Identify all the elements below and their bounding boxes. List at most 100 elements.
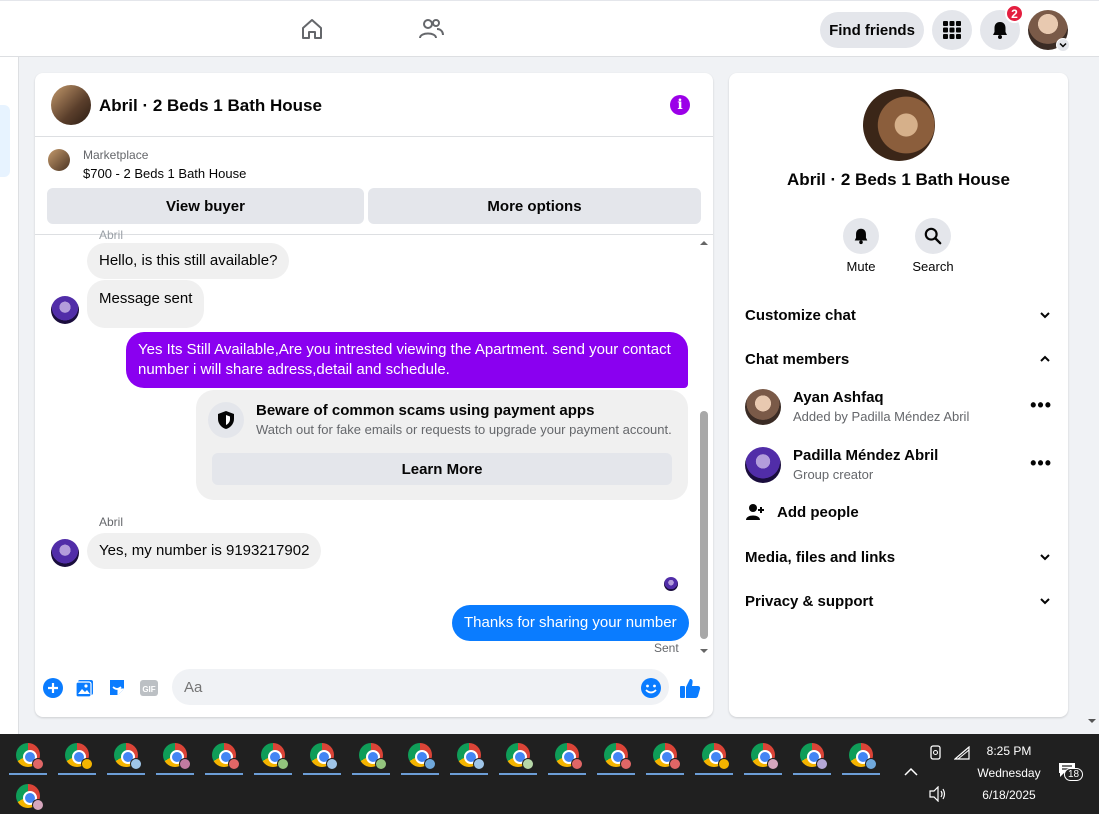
chat-info-title: Abril · 2 Beds 1 Bath House: [787, 170, 1010, 189]
message-input[interactable]: [172, 669, 669, 705]
gif-icon[interactable]: GIF: [138, 677, 160, 699]
photo-icon[interactable]: [74, 677, 96, 699]
chrome-icon: [310, 743, 338, 770]
taskbar-chrome-app[interactable]: [842, 736, 880, 775]
member-subtitle: Group creator: [793, 467, 874, 482]
taskbar-chrome-app[interactable]: [303, 736, 341, 775]
taskbar-chrome-app[interactable]: [58, 736, 96, 775]
taskbar-chrome-app[interactable]: [450, 736, 488, 775]
notification-center-icon[interactable]: 18: [1058, 762, 1084, 781]
message-scrollbar[interactable]: [700, 241, 708, 653]
chevron-up-icon: [1040, 355, 1050, 362]
chevron-down-icon: [1040, 554, 1050, 561]
scam-warning-card: Beware of common scams using payment app…: [196, 390, 688, 500]
marketplace-label: Marketplace: [83, 148, 149, 162]
sidebar-selected-highlight: [0, 105, 10, 177]
scroll-up-arrow[interactable]: [700, 239, 708, 247]
notifications-button[interactable]: 2: [980, 4, 1024, 50]
clock-time[interactable]: 8:25 PM: [960, 744, 1058, 758]
taskbar-chrome-app[interactable]: [254, 736, 292, 775]
like-icon[interactable]: [679, 677, 701, 699]
chevron-down-icon: [1056, 38, 1070, 52]
account-avatar[interactable]: [1028, 10, 1070, 52]
taskbar-chrome-app[interactable]: [352, 736, 390, 775]
message-bubble-incoming[interactable]: Yes, my number is 9193217902: [87, 533, 322, 569]
member-subtitle: Added by Padilla Méndez Abril: [793, 409, 970, 424]
chevron-up-icon[interactable]: [904, 764, 918, 780]
chat-info-avatar[interactable]: [863, 89, 935, 161]
find-friends-button[interactable]: Find friends: [820, 12, 924, 48]
chrome-icon: [653, 743, 681, 770]
customize-chat-row[interactable]: Customize chat: [745, 303, 1052, 327]
media-files-row[interactable]: Media, files and links: [745, 545, 1052, 569]
message-bubble-incoming[interactable]: Hello, is this still available?: [87, 243, 290, 279]
home-icon[interactable]: [298, 15, 326, 43]
chrome-icon: [359, 743, 387, 770]
taskbar-chrome-app[interactable]: [548, 736, 586, 775]
search-button[interactable]: Search: [903, 218, 963, 274]
mute-button[interactable]: Mute: [831, 218, 891, 274]
taskbar-chrome-app[interactable]: [499, 736, 537, 775]
member-name: Ayan Ashfaq: [793, 389, 884, 406]
member-name: Padilla Méndez Abril: [793, 447, 939, 464]
message-bubble-outgoing[interactable]: Thanks for sharing your number: [452, 605, 689, 641]
taskbar-chrome-app[interactable]: [9, 736, 47, 775]
member-avatar[interactable]: [745, 389, 781, 425]
emoji-icon[interactable]: [640, 677, 662, 699]
taskbar-chrome-app[interactable]: [401, 736, 439, 775]
taskbar-chrome-app[interactable]: [107, 736, 145, 775]
info-icon[interactable]: i: [670, 95, 690, 115]
clock-day[interactable]: Wednesday: [960, 766, 1058, 780]
sender-avatar[interactable]: [51, 539, 79, 567]
shield-icon: [208, 402, 244, 438]
chat-title[interactable]: Abril · 2 Beds 1 Bath House: [99, 96, 322, 116]
taskbar-chrome-app[interactable]: [597, 736, 635, 775]
taskbar-chrome-app[interactable]: [793, 736, 831, 775]
left-sidebar-edge: [0, 57, 19, 734]
member-avatar[interactable]: [745, 447, 781, 483]
view-buyer-button[interactable]: View buyer: [47, 188, 364, 224]
chevron-down-icon: [1040, 598, 1050, 605]
scroll-down-arrow[interactable]: [700, 647, 708, 655]
chat-avatar[interactable]: [51, 85, 91, 125]
more-options-icon[interactable]: •••: [1030, 395, 1052, 416]
notification-count: 18: [1064, 768, 1084, 781]
menu-grid-icon[interactable]: [932, 10, 972, 50]
chrome-icon: [457, 743, 485, 770]
message-bubble-outgoing[interactable]: Yes Its Still Available,Are you intreste…: [126, 332, 688, 388]
more-options-icon[interactable]: •••: [1030, 453, 1052, 474]
taskbar-chrome-app[interactable]: [156, 736, 194, 775]
message-bubble-incoming[interactable]: Message sent: [87, 280, 205, 328]
taskbar-chrome-app[interactable]: [646, 736, 684, 775]
member-row[interactable]: Ayan Ashfaq Added by Padilla Méndez Abri…: [745, 389, 1052, 429]
learn-more-button[interactable]: Learn More: [212, 453, 672, 485]
chrome-icon: [604, 743, 632, 770]
scrollbar-thumb[interactable]: [700, 411, 708, 639]
member-row[interactable]: Padilla Méndez Abril Group creator •••: [745, 447, 1052, 487]
more-options-button[interactable]: More options: [368, 188, 701, 224]
message-sender: Abril: [99, 515, 124, 529]
chat-members-row[interactable]: Chat members: [745, 347, 1052, 371]
listing-title[interactable]: $700 - 2 Beds 1 Bath House: [83, 166, 246, 181]
privacy-support-row[interactable]: Privacy & support: [745, 589, 1052, 613]
camera-icon[interactable]: [930, 745, 944, 764]
sticker-icon[interactable]: [106, 677, 128, 699]
add-icon[interactable]: [42, 677, 64, 699]
taskbar-chrome-app[interactable]: [9, 777, 47, 814]
taskbar-chrome-app[interactable]: [205, 736, 243, 775]
chrome-icon: [408, 743, 436, 770]
sender-avatar[interactable]: [51, 296, 79, 324]
taskbar-chrome-app[interactable]: [744, 736, 782, 775]
chrome-icon: [114, 743, 142, 770]
add-person-icon: [746, 504, 764, 520]
add-people-button[interactable]: Add people: [745, 502, 859, 522]
scam-warning-title: Beware of common scams using payment app…: [256, 402, 595, 419]
friends-icon[interactable]: [417, 15, 445, 43]
chevron-down-icon: [1040, 312, 1050, 319]
clock-date[interactable]: 6/18/2025: [960, 788, 1058, 802]
notification-badge: 2: [1005, 4, 1024, 23]
chrome-icon: [16, 743, 44, 770]
taskbar-chrome-app[interactable]: [695, 736, 733, 775]
page-scroll-down-arrow[interactable]: [1088, 717, 1096, 725]
volume-icon[interactable]: [929, 785, 947, 805]
